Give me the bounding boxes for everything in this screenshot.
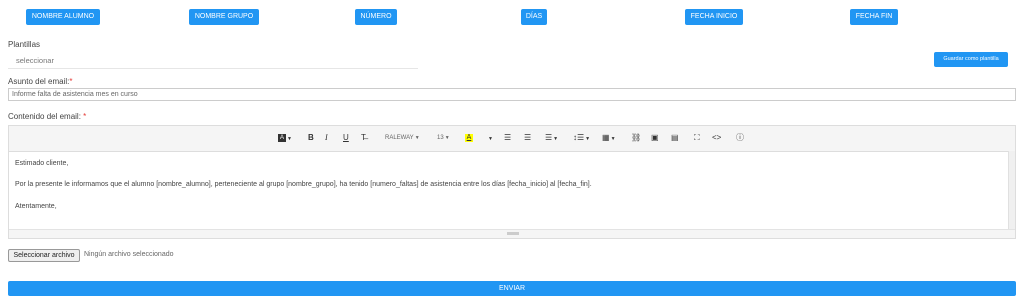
- required-mark: *: [69, 77, 73, 86]
- editor-resize-bar[interactable]: [9, 229, 1015, 238]
- plantillas-select[interactable]: seleccionar: [8, 53, 418, 69]
- highlight-color-icon[interactable]: A: [465, 132, 473, 144]
- content-line: Atentamente,: [15, 203, 57, 210]
- resize-grip-icon[interactable]: [507, 232, 519, 235]
- placeholder-dias-button[interactable]: DÍAS: [521, 9, 547, 25]
- help-icon[interactable]: ⓘ: [736, 132, 744, 144]
- font-size-value: 13: [437, 135, 444, 141]
- link-icon[interactable]: ⛓: [631, 132, 641, 144]
- file-status: Ningún archivo seleccionado: [84, 251, 174, 258]
- placeholder-fecha-inicio-button[interactable]: FECHA INICIO: [685, 9, 743, 25]
- bold-icon[interactable]: B: [308, 132, 314, 144]
- editor-scrollbar[interactable]: [1008, 151, 1015, 231]
- fullscreen-icon[interactable]: ⛶: [694, 132, 700, 144]
- style-icon[interactable]: A ▼: [278, 132, 292, 144]
- placeholder-nombre-alumno-button[interactable]: NOMBRE ALUMNO: [26, 9, 100, 25]
- clear-format-icon[interactable]: T̶: [361, 132, 366, 144]
- content-label: Contenido del email: *: [8, 112, 86, 121]
- rich-text-editor: A ▼ B I U T̶ RALEWAY▼ 13▼ A ▼ ☰ ☰ ☰▼ ↕☰▼ …: [8, 125, 1016, 239]
- save-template-button[interactable]: Guardar como plantilla: [934, 52, 1008, 67]
- send-button[interactable]: ENVIAR: [8, 281, 1016, 296]
- editor-toolbar: A ▼ B I U T̶ RALEWAY▼ 13▼ A ▼ ☰ ☰ ☰▼ ↕☰▼ …: [9, 126, 1015, 152]
- content-line: Por la presente le informamos que el alu…: [15, 181, 592, 188]
- horizontal-rule-icon[interactable]: ▤: [671, 132, 679, 144]
- font-size-dropdown[interactable]: 13▼: [437, 132, 450, 144]
- required-mark: *: [83, 112, 87, 121]
- font-family-dropdown[interactable]: RALEWAY▼: [385, 132, 420, 144]
- unordered-list-icon[interactable]: ☰: [504, 132, 511, 144]
- image-icon[interactable]: ▣: [651, 132, 659, 144]
- color-dropdown-icon[interactable]: ▼: [487, 132, 493, 144]
- line-height-icon[interactable]: ↕☰▼: [573, 132, 590, 144]
- editor-content[interactable]: Estimado cliente, Por la presente le inf…: [9, 151, 1015, 231]
- underline-icon[interactable]: U: [343, 132, 349, 144]
- paragraph-align-icon[interactable]: ☰▼: [545, 132, 558, 144]
- placeholder-numero-button[interactable]: NÚMERO: [355, 9, 397, 25]
- table-icon[interactable]: ▦▼: [602, 132, 616, 144]
- ordered-list-icon[interactable]: ☰: [524, 132, 531, 144]
- font-family-value: RALEWAY: [385, 135, 414, 141]
- code-view-icon[interactable]: <>: [712, 132, 721, 144]
- content-line: Estimado cliente,: [15, 160, 69, 167]
- subject-input[interactable]: Informe falta de asistencia mes en curso: [8, 88, 1016, 101]
- content-label-text: Contenido del email:: [8, 112, 81, 121]
- placeholder-fecha-fin-button[interactable]: FECHA FIN: [850, 9, 898, 25]
- italic-icon[interactable]: I: [325, 132, 328, 144]
- plantillas-label: Plantillas: [8, 40, 41, 49]
- subject-label-text: Asunto del email:: [8, 77, 70, 86]
- choose-file-button[interactable]: Seleccionar archivo: [8, 249, 80, 262]
- placeholder-nombre-grupo-button[interactable]: NOMBRE GRUPO: [189, 9, 259, 25]
- subject-label: Asunto del email:*: [8, 77, 73, 86]
